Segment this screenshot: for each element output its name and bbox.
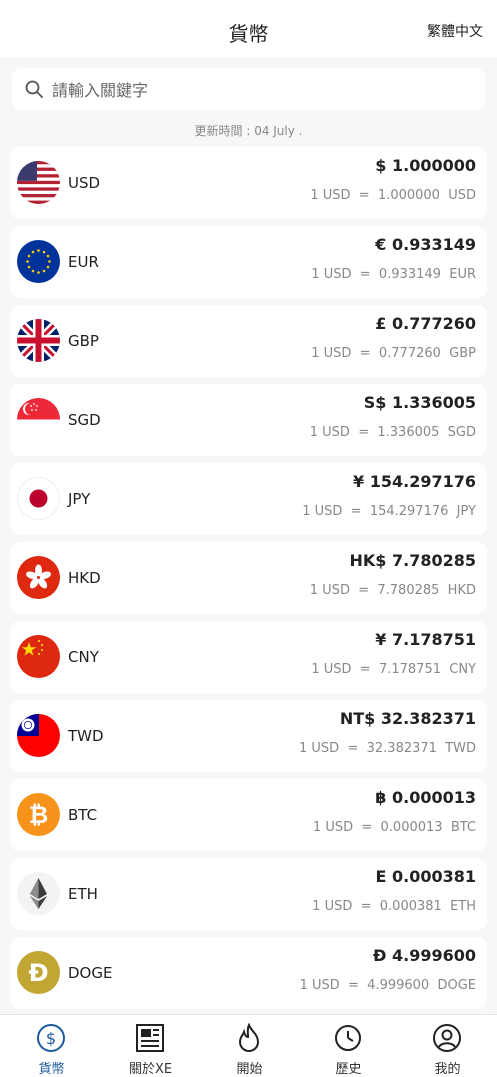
currency-row-eth[interactable]: ETH E 0.000381 1 USD = 0.000381 ETH (10, 858, 487, 930)
search-bar[interactable] (12, 68, 485, 112)
header: 貨幣 繁體中文 (0, 0, 497, 59)
currency-row-twd[interactable]: TWD NT$ 32.382371 1 USD = 32.382371 TWD (10, 700, 487, 772)
tab-label: 貨幣 (38, 1062, 65, 1077)
ethereum-icon (17, 872, 60, 915)
currency-rate: 1 USD = 1.000000 USD (310, 188, 476, 203)
currency-amount: $ 1.000000 (375, 156, 476, 175)
tab-label: 我的 (434, 1062, 461, 1077)
svg-text:$: $ (46, 1029, 56, 1048)
currency-row-sgd[interactable]: SGD S$ 1.336005 1 USD = 1.336005 SGD (10, 384, 487, 456)
flame-icon (238, 1023, 260, 1052)
tab-currency[interactable]: $ 貨幣 (2, 1015, 101, 1077)
currency-row-hkd[interactable]: HKD HK$ 7.780285 1 USD = 7.780285 HKD (10, 542, 487, 614)
currency-rate: 1 USD = 0.000381 ETH (312, 899, 476, 914)
currency-row-btc[interactable]: ₿ BTC ฿ 0.000013 1 USD = 0.000013 BTC (10, 779, 487, 851)
language-switch[interactable]: 繁體中文 (427, 21, 483, 41)
cn-flag-icon (17, 635, 60, 678)
currency-row-gbp[interactable]: GBP £ 0.777260 1 USD = 0.777260 GBP (10, 305, 487, 377)
history-icon (335, 1025, 361, 1051)
svg-text:Đ: Đ (28, 959, 48, 987)
currency-code: HKD (68, 569, 101, 587)
sg-flag-icon (17, 398, 60, 441)
tab-label: 關於XE (128, 1062, 173, 1077)
currency-rate: 1 USD = 7.780285 HKD (309, 583, 476, 598)
currency-row-cny[interactable]: CNY ¥ 7.178751 1 USD = 7.178751 CNY (10, 621, 487, 693)
tab-bar: $ 貨幣 關於XE 開始 歷史 我的 (0, 1014, 497, 1077)
currency-amount: E 0.000381 (375, 867, 476, 886)
currency-code: TWD (68, 727, 104, 745)
currency-rate: 1 USD = 0.777260 GBP (311, 346, 476, 361)
svg-text:₿: ₿ (29, 801, 49, 829)
dollar-circle-icon: $ (37, 1024, 65, 1052)
tw-flag-icon (17, 714, 60, 757)
currency-row-jpy[interactable]: JPY ¥ 154.297176 1 USD = 154.297176 JPY (10, 463, 487, 535)
currency-amount: € 0.933149 (375, 235, 476, 254)
uk-flag-icon (17, 319, 60, 362)
hk-flag-icon (17, 556, 60, 599)
currency-code: SGD (68, 411, 101, 429)
tab-me[interactable]: 我的 (398, 1015, 497, 1077)
currency-amount: Đ 4.999600 (373, 946, 476, 965)
currency-code: CNY (68, 648, 99, 666)
currency-amount: NT$ 32.382371 (339, 709, 476, 728)
currency-amount: £ 0.777260 (375, 314, 476, 333)
currency-rate: 1 USD = 7.178751 CNY (311, 662, 476, 677)
updated-time: 更新時間 : 04 July . (194, 124, 303, 138)
currency-code: EUR (68, 253, 99, 271)
currency-code: JPY (68, 490, 91, 508)
currency-amount: S$ 1.336005 (363, 393, 476, 412)
tab-start[interactable]: 開始 (200, 1015, 299, 1077)
currency-code: USD (68, 174, 101, 192)
us-flag-icon (17, 161, 60, 204)
currency-code: ETH (68, 885, 98, 903)
user-icon (433, 1024, 461, 1052)
currency-row-eur[interactable]: EUR € 0.933149 1 USD = 0.933149 EUR (10, 226, 487, 298)
currency-amount: ฿ 0.000013 (375, 788, 476, 807)
currency-rate: 1 USD = 1.336005 SGD (309, 425, 476, 440)
dogecoin-icon: Đ (17, 951, 60, 994)
currency-rate: 1 USD = 0.000013 BTC (312, 820, 476, 835)
bitcoin-icon: ₿ (17, 793, 60, 836)
currency-code: DOGE (68, 964, 113, 982)
newspaper-icon (136, 1024, 164, 1052)
tab-label: 開始 (236, 1062, 263, 1077)
currency-amount: ¥ 154.297176 (353, 472, 476, 491)
search-input[interactable] (50, 68, 474, 112)
currency-rate: 1 USD = 4.999600 DOGE (299, 978, 476, 993)
jp-flag-icon (17, 477, 60, 520)
currency-row-doge[interactable]: Đ DOGE Đ 4.999600 1 USD = 4.999600 DOGE (10, 937, 487, 1009)
tab-history[interactable]: 歷史 (299, 1015, 398, 1077)
currency-list: USD $ 1.000000 1 USD = 1.000000 USD EUR … (10, 147, 487, 1016)
currency-amount: HK$ 7.780285 (349, 551, 477, 570)
currency-row-usd[interactable]: USD $ 1.000000 1 USD = 1.000000 USD (10, 147, 487, 219)
currency-code: GBP (68, 332, 99, 350)
eu-flag-icon (17, 240, 60, 283)
currency-code: BTC (68, 806, 98, 824)
search-icon (25, 80, 43, 98)
currency-rate: 1 USD = 154.297176 JPY (302, 504, 476, 519)
tab-label: 歷史 (335, 1062, 362, 1077)
tab-about-xe[interactable]: 關於XE (101, 1015, 200, 1077)
currency-amount: ¥ 7.178751 (375, 630, 476, 649)
currency-rate: 1 USD = 0.933149 EUR (311, 267, 476, 282)
currency-rate: 1 USD = 32.382371 TWD (299, 741, 476, 756)
page-title: 貨幣 (228, 22, 269, 46)
